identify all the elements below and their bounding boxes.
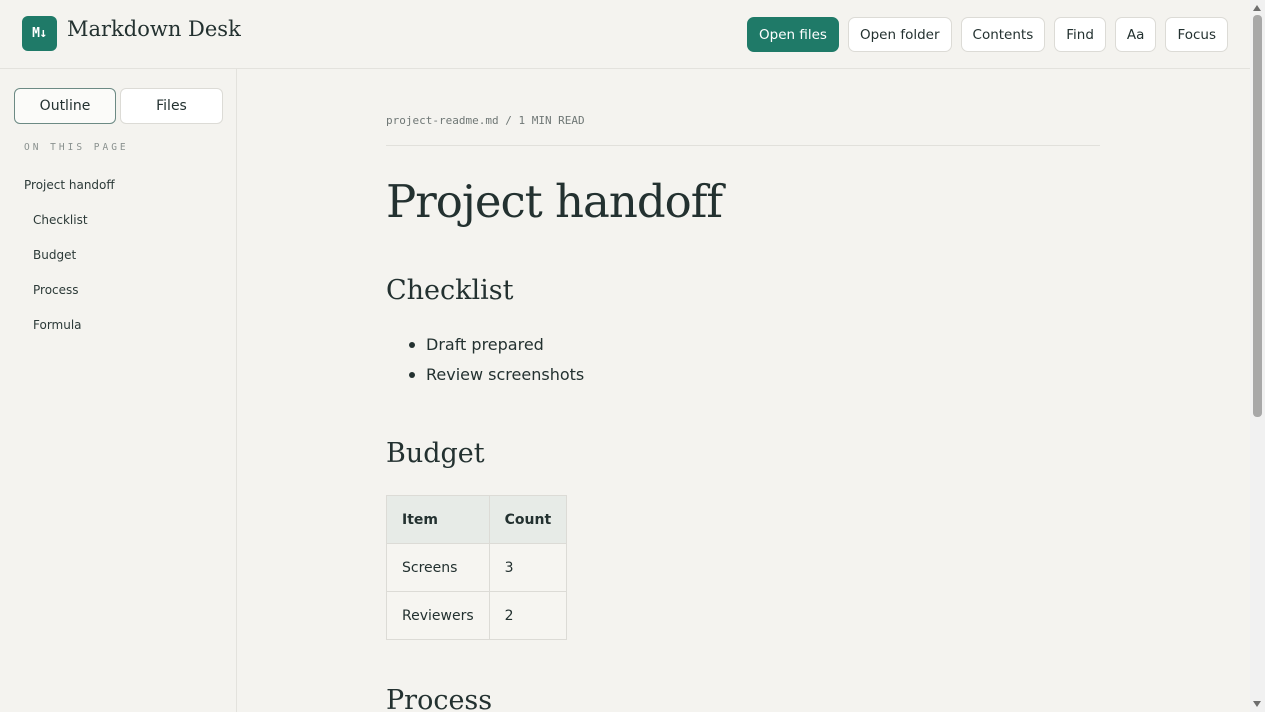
column-header-count: Count (488, 495, 568, 544)
meta-divider (386, 145, 1100, 146)
app-logo-icon: M↓ (22, 16, 57, 51)
table-row: Screens 3 (386, 543, 568, 592)
scroll-down-arrow-icon[interactable] (1253, 701, 1261, 707)
table-cell: Screens (386, 543, 490, 592)
document-meta: project-readme.md / 1 MIN READ (386, 114, 585, 127)
outline-section-label: ON THIS PAGE (24, 142, 129, 153)
scrollbar-thumb[interactable] (1253, 15, 1262, 417)
tab-files[interactable]: Files (120, 88, 223, 124)
tab-outline[interactable]: Outline (14, 88, 116, 124)
outline-item-budget[interactable]: Budget (24, 246, 115, 281)
checklist-list: Draft prepared Review screenshots (408, 333, 584, 393)
budget-table: Item Count Screens 3 Reviewers 2 (386, 495, 568, 640)
sidebar: Outline Files ON THIS PAGE Project hando… (0, 69, 237, 712)
document-content: project-readme.md / 1 MIN READ Project h… (386, 0, 1102, 712)
outline-item-project-handoff[interactable]: Project handoff (24, 176, 115, 211)
document-title: Project handoff (386, 175, 723, 228)
vertical-scrollbar[interactable] (1250, 0, 1265, 712)
outline-item-formula[interactable]: Formula (24, 316, 115, 351)
outline-list: Project handoff Checklist Budget Process… (24, 176, 115, 351)
table-cell: 3 (488, 543, 568, 592)
column-header-item: Item (386, 495, 490, 544)
font-size-button[interactable]: Aa (1114, 17, 1157, 52)
heading-checklist: Checklist (386, 275, 514, 306)
focus-button[interactable]: Focus (1165, 17, 1228, 52)
scroll-up-arrow-icon[interactable] (1253, 5, 1261, 11)
table-header-row: Item Count (386, 495, 568, 544)
list-item: Review screenshots (408, 363, 584, 393)
sidebar-tabs: Outline Files (14, 88, 223, 124)
outline-item-process[interactable]: Process (24, 281, 115, 316)
heading-process: Process (386, 685, 493, 712)
outline-item-checklist[interactable]: Checklist (24, 211, 115, 246)
list-item: Draft prepared (408, 333, 584, 363)
app-title: Markdown Desk (67, 17, 241, 41)
table-cell: Reviewers (386, 591, 490, 640)
table-cell: 2 (488, 591, 568, 640)
heading-budget: Budget (386, 438, 485, 469)
table-row: Reviewers 2 (386, 591, 568, 640)
